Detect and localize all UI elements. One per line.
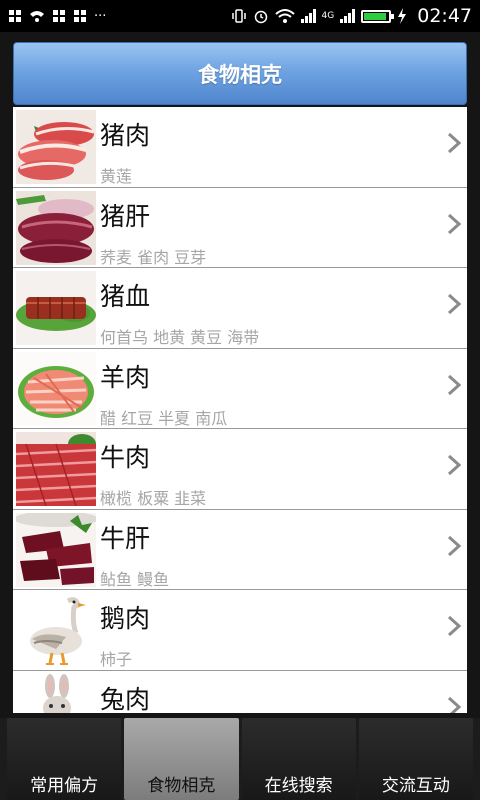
clock: 02:47 <box>417 5 472 27</box>
pig-blood-photo <box>16 271 96 345</box>
pork-liver-photo <box>16 190 96 265</box>
item-name: 猪肉 <box>100 121 151 150</box>
bottom-tab-bar: 常用偏方 食物相克 在线搜索 交流互动 <box>0 718 480 800</box>
tab-label: 在线搜索 <box>264 776 333 796</box>
tab-online-search[interactable]: 在线搜索 <box>241 718 356 800</box>
charging-icon <box>398 8 407 24</box>
chevron-right-icon <box>447 132 461 154</box>
wifi-icon <box>274 9 295 23</box>
food-list[interactable]: 猪肉 黄莲 猪肝 荞麦 雀肉 豆芽 猪血 何首乌 地黄 黄豆 海带 羊肉 醋 红… <box>13 107 467 713</box>
goose-photo <box>16 593 96 667</box>
tab-label: 食物相克 <box>147 776 216 796</box>
pork-photo <box>16 110 96 184</box>
page-title: 食物相克 <box>198 62 282 87</box>
item-conflicts: 鲇鱼 鳗鱼 <box>100 569 170 589</box>
network-type-label: 4G <box>321 11 335 21</box>
item-conflicts: 橄榄 板粟 韭菜 <box>100 489 207 508</box>
app-screen: 食物相克 猪肉 黄莲 猪肝 荞麦 雀肉 豆芽 猪血 何首乌 地黄 黄豆 海带 羊… <box>0 32 480 800</box>
chevron-right-icon <box>447 213 461 234</box>
list-item[interactable]: 鹅肉 柿子 <box>13 590 467 671</box>
item-conflicts: 荞麦 雀肉 豆芽 <box>100 247 207 267</box>
notification-icons: ··· <box>8 9 106 24</box>
wifi-notification-icon <box>30 11 44 22</box>
title-bar: 食物相克 <box>13 42 467 105</box>
list-item[interactable]: 牛肝 鲇鱼 鳗鱼 <box>13 509 467 590</box>
item-name: 羊肉 <box>100 362 151 392</box>
rabbit-photo <box>16 673 96 713</box>
item-name: 牛肝 <box>100 523 151 553</box>
list-item[interactable]: 羊肉 醋 红豆 半夏 南瓜 <box>13 348 467 429</box>
signal-strength-icon <box>300 9 316 23</box>
mutton-photo <box>16 351 96 426</box>
tab-community[interactable]: 交流互动 <box>358 718 473 800</box>
system-icons: 4G 02:47 <box>231 5 472 27</box>
chevron-right-icon <box>447 696 461 713</box>
chevron-right-icon <box>447 454 461 476</box>
app-notification-icon-3 <box>74 10 86 22</box>
item-name: 牛肉 <box>100 443 151 472</box>
vibrate-icon <box>231 9 246 23</box>
chevron-right-icon <box>447 374 461 395</box>
status-bar: ··· 4G 02:47 <box>0 0 480 32</box>
item-conflicts: 柿子 <box>100 650 133 669</box>
alarm-icon <box>254 10 267 24</box>
item-name: 猪肝 <box>100 201 151 231</box>
tab-food-conflicts[interactable]: 食物相克 <box>124 718 239 800</box>
chevron-right-icon <box>447 535 461 556</box>
item-conflicts: 黄莲 <box>100 167 133 186</box>
battery-icon <box>361 9 395 23</box>
tab-label: 交流互动 <box>381 776 450 796</box>
beef-liver-photo <box>16 512 96 587</box>
list-item[interactable]: 猪肝 荞麦 雀肉 豆芽 <box>13 187 467 268</box>
item-conflicts: 醋 红豆 半夏 南瓜 <box>100 408 228 428</box>
item-name: 猪血 <box>100 282 151 311</box>
chevron-right-icon <box>447 615 461 637</box>
list-item[interactable]: 牛肉 橄榄 板粟 韭菜 <box>13 429 467 510</box>
tab-label: 常用偏方 <box>30 776 99 796</box>
list-item[interactable]: 兔肉 <box>13 670 467 714</box>
item-conflicts: 何首乌 地黄 黄豆 海带 <box>100 328 260 347</box>
beef-photo <box>16 432 96 506</box>
signal-strength-2-icon <box>340 9 356 23</box>
item-name: 兔肉 <box>100 684 151 714</box>
tab-common-remedies[interactable]: 常用偏方 <box>7 718 122 800</box>
app-notification-icon <box>9 10 21 22</box>
list-item[interactable]: 猪肉 黄莲 <box>13 107 467 188</box>
item-name: 鹅肉 <box>100 604 151 633</box>
app-notification-icon-2 <box>53 10 65 22</box>
list-item[interactable]: 猪血 何首乌 地黄 黄豆 海带 <box>13 268 467 349</box>
chevron-right-icon <box>447 293 461 315</box>
more-notifications-icon: ··· <box>94 8 107 24</box>
